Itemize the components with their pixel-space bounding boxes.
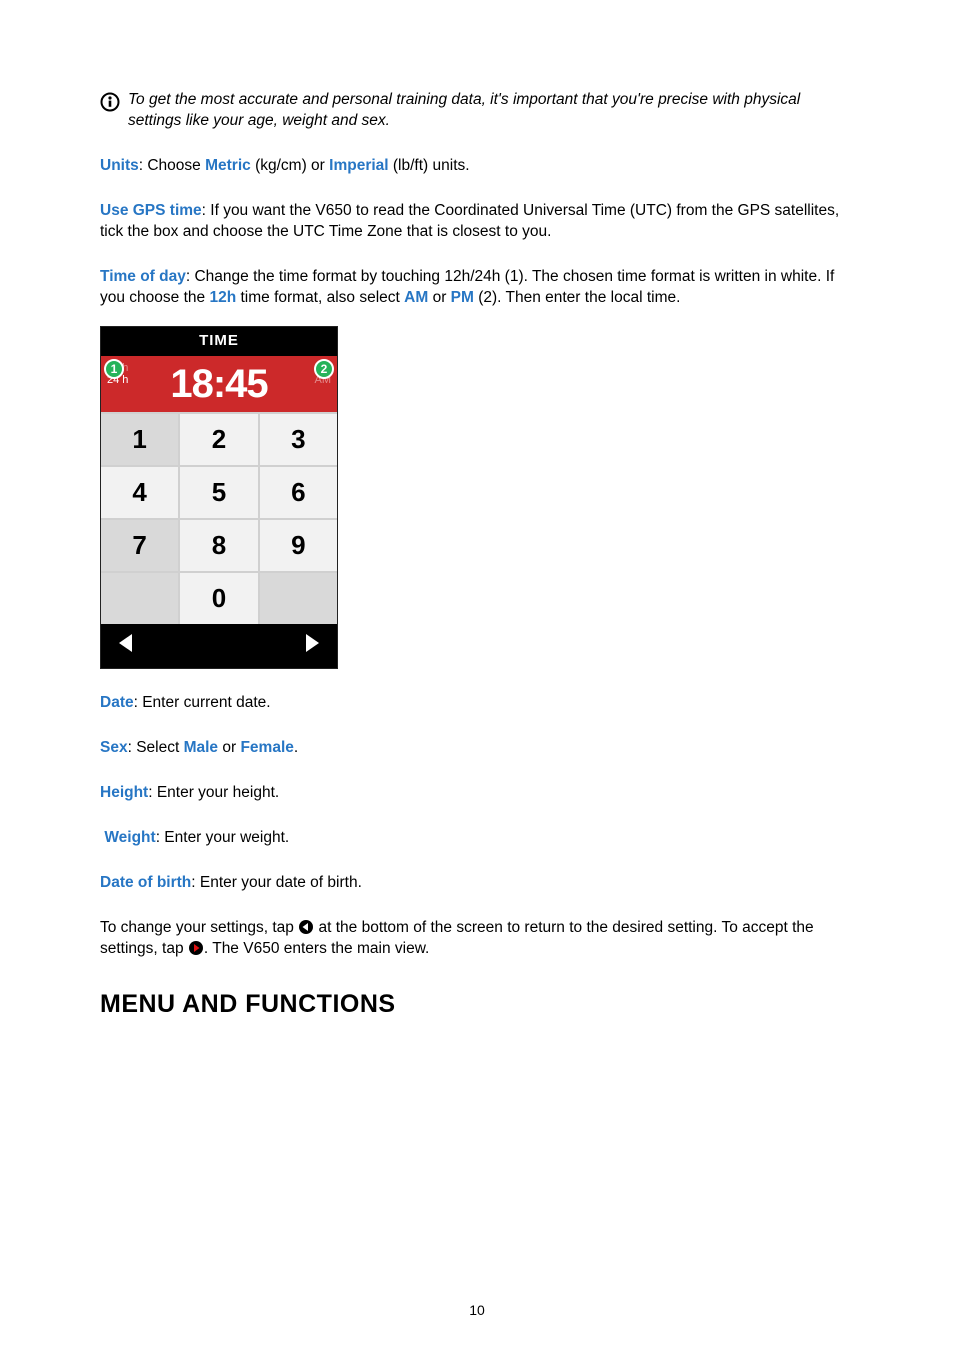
sex-paragraph: Sex: Select Male or Female. bbox=[100, 738, 854, 759]
info-icon bbox=[100, 92, 120, 112]
sex-period: . bbox=[294, 739, 298, 756]
sex-or: or bbox=[218, 739, 240, 756]
keypad-key[interactable]: 0 bbox=[180, 571, 259, 624]
forward-arrow-icon bbox=[188, 940, 204, 956]
timeofday-text3: (2). Then enter the local time. bbox=[474, 289, 680, 306]
units-text3: (lb/ft) units. bbox=[389, 157, 470, 174]
units-label: Units bbox=[100, 157, 139, 174]
dob-paragraph: Date of birth: Enter your date of birth. bbox=[100, 873, 854, 894]
change-settings-text3: . The V650 enters the main view. bbox=[204, 940, 429, 957]
units-text1: : Choose bbox=[139, 157, 205, 174]
change-settings-text1: To change your settings, tap bbox=[100, 919, 298, 936]
menu-and-functions-heading: MENU AND FUNCTIONS bbox=[100, 988, 854, 1022]
change-settings-paragraph: To change your settings, tap at the bott… bbox=[100, 918, 854, 960]
keypad-key[interactable]: 1 bbox=[101, 412, 180, 465]
timeofday-pm: PM bbox=[451, 289, 474, 306]
units-imperial: Imperial bbox=[329, 157, 388, 174]
sex-female: Female bbox=[240, 739, 293, 756]
device-title: TIME bbox=[101, 327, 337, 355]
device-time-value[interactable]: 18:45 bbox=[170, 357, 267, 411]
weight-paragraph: Weight: Enter your weight. bbox=[100, 828, 854, 849]
timeofday-paragraph: Time of day: Change the time format by t… bbox=[100, 267, 854, 309]
gps-label: Use GPS time bbox=[100, 202, 202, 219]
gps-paragraph: Use GPS time: If you want the V650 to re… bbox=[100, 201, 854, 243]
date-label: Date bbox=[100, 694, 134, 711]
keypad-empty bbox=[101, 571, 180, 624]
device-time-row: 1 12 h 24 h 18:45 PM AM 2 bbox=[101, 356, 337, 412]
timeofday-or: or bbox=[428, 289, 450, 306]
keypad-key[interactable]: 3 bbox=[260, 412, 337, 465]
keypad-key[interactable]: 9 bbox=[260, 518, 337, 571]
date-text: : Enter current date. bbox=[134, 694, 271, 711]
timeofday-am: AM bbox=[404, 289, 428, 306]
callout-marker-2: 2 bbox=[314, 359, 334, 379]
date-paragraph: Date: Enter current date. bbox=[100, 693, 854, 714]
nav-back-icon[interactable] bbox=[117, 632, 135, 661]
nav-forward-icon[interactable] bbox=[303, 632, 321, 661]
device-keypad: 1 2 3 4 5 6 7 8 9 0 bbox=[101, 412, 337, 624]
keypad-key[interactable]: 2 bbox=[180, 412, 259, 465]
dob-text: : Enter your date of birth. bbox=[191, 874, 362, 891]
height-text: : Enter your height. bbox=[148, 784, 279, 801]
gps-text: : If you want the V650 to read the Coord… bbox=[100, 202, 839, 240]
dob-label: Date of birth bbox=[100, 874, 191, 891]
height-label: Height bbox=[100, 784, 148, 801]
device-time-screenshot: TIME 1 12 h 24 h 18:45 PM AM 2 1 2 3 4 5 bbox=[100, 326, 338, 669]
timeofday-12h: 12h bbox=[209, 289, 236, 306]
info-note-text: To get the most accurate and personal tr… bbox=[128, 90, 854, 132]
keypad-empty bbox=[260, 571, 337, 624]
sex-text1: : Select bbox=[128, 739, 184, 756]
page-number: 10 bbox=[0, 1301, 954, 1320]
keypad-key[interactable]: 8 bbox=[180, 518, 259, 571]
units-metric: Metric bbox=[205, 157, 251, 174]
back-arrow-icon bbox=[298, 919, 314, 935]
weight-label: Weight bbox=[104, 829, 155, 846]
height-paragraph: Height: Enter your height. bbox=[100, 783, 854, 804]
units-paragraph: Units: Choose Metric (kg/cm) or Imperial… bbox=[100, 156, 854, 177]
device-nav-bar bbox=[101, 624, 337, 668]
timeofday-text2: time format, also select bbox=[236, 289, 404, 306]
page-root: To get the most accurate and personal tr… bbox=[0, 0, 954, 1350]
sex-label: Sex bbox=[100, 739, 128, 756]
info-note-row: To get the most accurate and personal tr… bbox=[100, 90, 854, 132]
callout-marker-1: 1 bbox=[104, 359, 124, 379]
weight-text: : Enter your weight. bbox=[156, 829, 290, 846]
keypad-key[interactable]: 4 bbox=[101, 465, 180, 518]
sex-male: Male bbox=[184, 739, 218, 756]
keypad-key[interactable]: 5 bbox=[180, 465, 259, 518]
timeofday-label: Time of day bbox=[100, 268, 186, 285]
units-text2: (kg/cm) or bbox=[251, 157, 329, 174]
keypad-key[interactable]: 7 bbox=[101, 518, 180, 571]
keypad-key[interactable]: 6 bbox=[260, 465, 337, 518]
